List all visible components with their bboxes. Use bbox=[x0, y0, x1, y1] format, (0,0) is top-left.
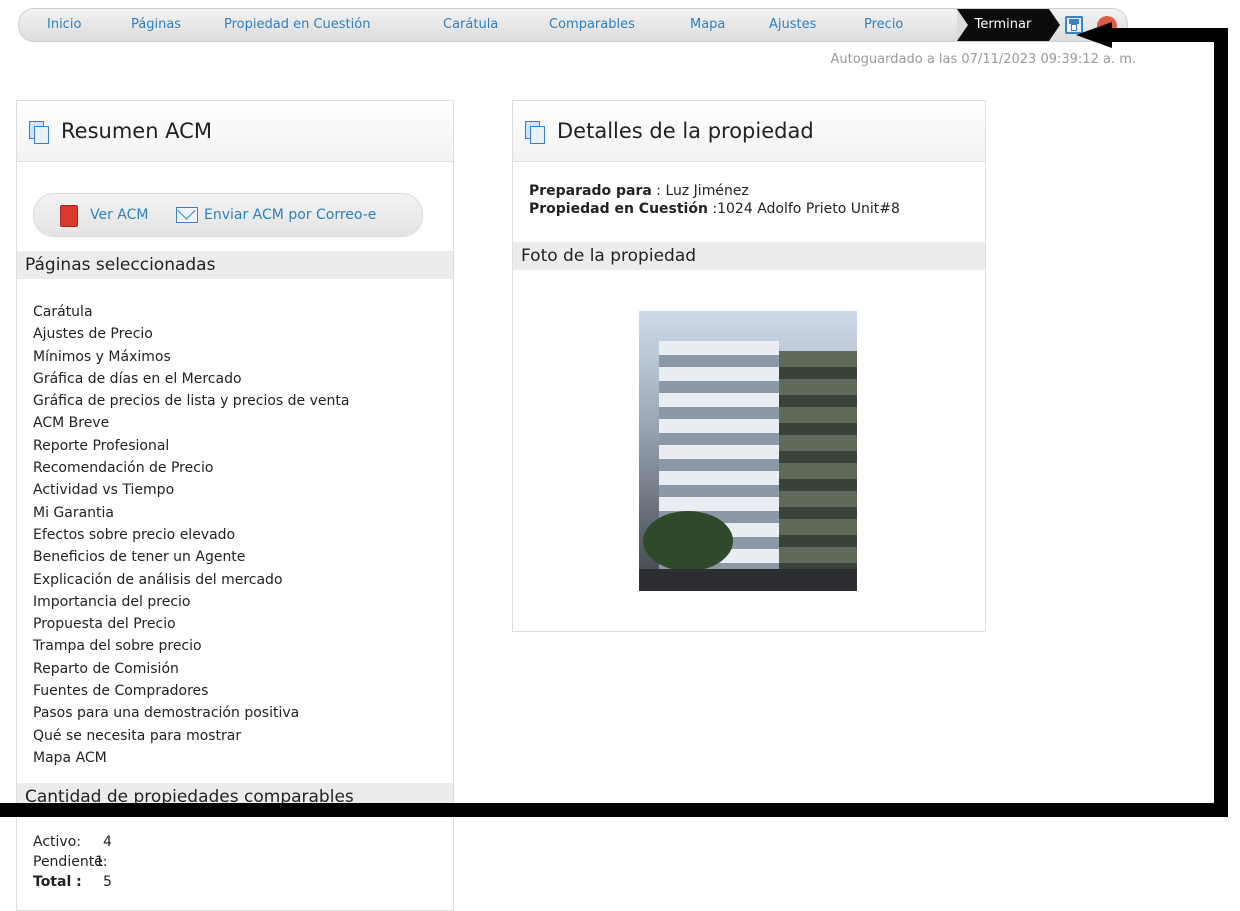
prepared-for-value: : Luz Jiménez bbox=[651, 183, 749, 199]
list-item: Mínimos y Máximos bbox=[33, 348, 171, 365]
prepared-for-line: Preparado para : Luz Jiménez bbox=[529, 182, 900, 200]
list-item: Gráfica de precios de lista y precios de… bbox=[33, 393, 350, 410]
step-label: Mapa bbox=[690, 17, 726, 32]
selected-pages-list: Carátula Ajustes de Precio Mínimos y Máx… bbox=[33, 301, 349, 769]
step-mapa[interactable]: Mapa bbox=[690, 9, 725, 41]
list-item: Explicación de análisis del mercado bbox=[33, 571, 283, 588]
list-item: Actividad vs Tiempo bbox=[33, 482, 175, 499]
email-acm-link[interactable]: Enviar ACM por Correo-e bbox=[204, 194, 376, 236]
subject-property-value: :1024 Adolfo Prieto Unit#8 bbox=[707, 201, 900, 217]
step-propiedad-en-cuestion[interactable]: Propiedad en Cuestión bbox=[224, 9, 370, 41]
annotation-arrow-top bbox=[1108, 28, 1228, 42]
summary-header: Resumen ACM bbox=[17, 101, 453, 162]
active-value: 4 bbox=[103, 834, 112, 850]
step-label: Inicio bbox=[47, 17, 82, 32]
step-label: Precio bbox=[864, 17, 904, 32]
list-item: Gráfica de días en el Mercado bbox=[33, 370, 242, 387]
list-item: Mapa ACM bbox=[33, 749, 107, 766]
step-label: Comparables bbox=[549, 17, 635, 32]
subject-property-label: Propiedad en Cuestión bbox=[529, 201, 708, 217]
pending-value: 1 bbox=[95, 854, 104, 870]
step-label: Propiedad en Cuestión bbox=[224, 17, 371, 32]
details-header: Detalles de la propiedad bbox=[513, 101, 985, 162]
step-caratula[interactable]: Carátula bbox=[443, 9, 498, 41]
step-label: Páginas bbox=[131, 17, 182, 32]
list-item: Mi Garantia bbox=[33, 504, 115, 521]
list-item: Beneficios de tener un Agente bbox=[33, 549, 246, 566]
pdf-icon bbox=[60, 205, 78, 227]
list-item: Pasos para una demostración positiva bbox=[33, 705, 300, 722]
list-item: Recomendación de Precio bbox=[33, 460, 214, 477]
document-icon bbox=[29, 121, 49, 144]
pages-heading: Páginas seleccionadas bbox=[17, 251, 453, 279]
property-photo bbox=[639, 311, 857, 591]
autosave-status: Autoguardado a las 07/11/2023 09:39:12 a… bbox=[830, 52, 1137, 67]
step-terminar[interactable]: Terminar bbox=[957, 9, 1060, 41]
step-label: Terminar bbox=[974, 17, 1032, 32]
step-label: Ajustes bbox=[769, 17, 817, 32]
summary-panel: Resumen ACM Ver ACM Enviar ACM por Corre… bbox=[16, 100, 454, 911]
total-value: 5 bbox=[103, 874, 112, 890]
list-item: Fuentes de Compradores bbox=[33, 683, 209, 700]
details-title: Detalles de la propiedad bbox=[557, 119, 814, 143]
list-item: ACM Breve bbox=[33, 415, 110, 432]
summary-title: Resumen ACM bbox=[61, 119, 212, 143]
subject-property-line: Propiedad en Cuestión :1024 Adolfo Priet… bbox=[529, 200, 900, 218]
comparables-counts: Activo: 4 Pendiente: 1 Total : 5 bbox=[33, 832, 112, 892]
list-item: Importancia del precio bbox=[33, 593, 191, 610]
list-item: Efectos sobre precio elevado bbox=[33, 526, 236, 543]
list-item: Carátula bbox=[33, 304, 93, 320]
list-item: Qué se necesita para mostrar bbox=[33, 727, 242, 744]
list-item: Reparto de Comisión bbox=[33, 660, 179, 677]
view-acm-link[interactable]: Ver ACM bbox=[90, 194, 149, 236]
step-comparables[interactable]: Comparables bbox=[549, 9, 635, 41]
property-details-panel: Detalles de la propiedad Preparado para … bbox=[512, 100, 986, 632]
list-item: Trampa del sobre precio bbox=[33, 638, 202, 655]
list-item: Reporte Profesional bbox=[33, 437, 170, 454]
active-label: Activo: bbox=[33, 834, 81, 850]
prepared-for-label: Preparado para bbox=[529, 183, 652, 199]
step-precio[interactable]: Precio bbox=[864, 9, 903, 41]
document-icon bbox=[525, 121, 545, 144]
annotation-arrow-vertical bbox=[1214, 28, 1228, 817]
wizard-breadcrumb: Inicio Páginas Propiedad en Cuestión Car… bbox=[18, 8, 1128, 42]
annotation-arrow-bottom bbox=[0, 803, 1228, 817]
annotation-arrow-head bbox=[1076, 22, 1112, 48]
step-label: Carátula bbox=[443, 17, 499, 32]
total-label: Total : bbox=[33, 874, 82, 890]
step-inicio[interactable]: Inicio bbox=[47, 9, 81, 41]
step-ajustes[interactable]: Ajustes bbox=[769, 9, 816, 41]
list-item: Ajustes de Precio bbox=[33, 326, 153, 343]
photo-heading: Foto de la propiedad bbox=[513, 242, 985, 270]
acm-actions: Ver ACM Enviar ACM por Correo-e bbox=[33, 193, 423, 237]
list-item: Propuesta del Precio bbox=[33, 616, 176, 633]
mail-icon bbox=[176, 207, 198, 223]
step-paginas[interactable]: Páginas bbox=[131, 9, 181, 41]
details-info: Preparado para : Luz Jiménez Propiedad e… bbox=[529, 182, 900, 218]
